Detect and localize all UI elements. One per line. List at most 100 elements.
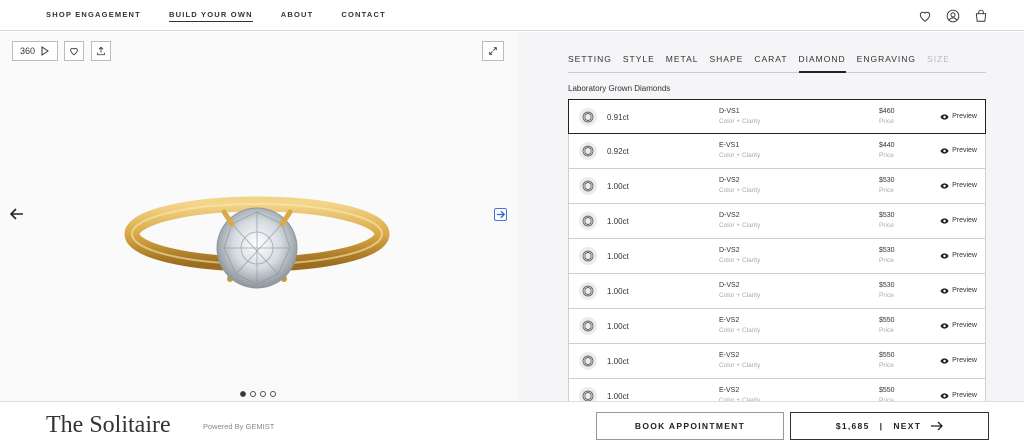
image-pagination: [240, 391, 276, 397]
expand-icon: [489, 47, 497, 55]
nav-link-build-your-own[interactable]: BUILD YOUR OWN: [168, 10, 253, 22]
preview-label: Preview: [952, 392, 977, 399]
diamond-carat: 1.00ct: [607, 322, 629, 331]
diamond-icon: [579, 142, 597, 160]
diamond-price: $550: [879, 387, 895, 394]
diamond-row[interactable]: 1.00ct D-VS2 Color + Clarity $530 Price Previ…: [568, 169, 986, 204]
arrow-right-icon: [931, 421, 944, 431]
diamond-carat: 1.00ct: [607, 287, 629, 296]
pagination-dot[interactable]: [260, 391, 266, 397]
diamond-icon: [579, 212, 597, 230]
nav-icons: [918, 9, 988, 23]
book-appointment-button[interactable]: BOOK APPOINTMENT: [596, 412, 784, 440]
price-sublabel: Price: [879, 118, 894, 125]
section-title: Laboratory Grown Diamonds: [568, 84, 671, 93]
next-label: NEXT: [893, 421, 922, 431]
preview-label: Preview: [952, 182, 977, 189]
diamond-grade: E-VS2: [719, 352, 740, 359]
eye-icon: [940, 252, 949, 259]
diamond-row[interactable]: 1.00ct D-VS2 Color + Clarity $530 Price Previ…: [568, 204, 986, 239]
tab-setting[interactable]: SETTING: [568, 54, 612, 73]
eye-icon: [940, 217, 949, 224]
diamond-grade: D-VS2: [719, 177, 740, 184]
diamond-carat: 1.00ct: [607, 217, 629, 226]
tab-diamond[interactable]: DIAMOND: [798, 54, 846, 73]
tab-shape[interactable]: SHAPE: [710, 54, 744, 73]
diamond-row[interactable]: 1.00ct E-VS2 Color + Clarity $550 Price Previ…: [568, 309, 986, 344]
account-icon[interactable]: [946, 9, 960, 23]
divider: |: [879, 421, 884, 431]
diamond-list: 0.91ct D-VS1 Color + Clarity $460 Price Previ…: [568, 99, 986, 401]
expand-button[interactable]: [482, 41, 504, 61]
price-sublabel: Price: [879, 292, 894, 299]
preview-button[interactable]: Preview: [940, 322, 977, 329]
diamond-row[interactable]: 1.00ct D-VS2 Color + Clarity $530 Price Previ…: [568, 274, 986, 309]
tab-metal[interactable]: METAL: [666, 54, 699, 73]
diamond-row[interactable]: 1.00ct E-VS2 Color + Clarity $550 Price Previ…: [568, 379, 986, 401]
next-button[interactable]: $1,685 | NEXT: [790, 412, 989, 440]
preview-button[interactable]: Preview: [940, 287, 977, 294]
preview-button[interactable]: Preview: [940, 147, 977, 154]
nav-link-contact[interactable]: CONTACT: [341, 10, 386, 22]
preview-label: Preview: [952, 217, 977, 224]
previous-image-arrow-icon[interactable]: [10, 208, 24, 220]
share-icon: [97, 46, 105, 56]
preview-label: Preview: [952, 113, 977, 120]
preview-button[interactable]: Preview: [940, 113, 977, 120]
preview-label: Preview: [952, 147, 977, 154]
diamond-icon: [579, 282, 597, 300]
diamond-grade: D-VS2: [719, 282, 740, 289]
pagination-dot[interactable]: [240, 391, 246, 397]
preview-label: Preview: [952, 287, 977, 294]
tab-size: SIZE: [927, 54, 950, 64]
next-image-arrow-icon[interactable]: [494, 208, 507, 221]
eye-icon: [940, 287, 949, 294]
builder-tabs: SETTING STYLE METAL SHAPE CARAT DIAMOND …: [568, 54, 986, 73]
preview-button[interactable]: Preview: [940, 217, 977, 224]
eye-icon: [940, 182, 949, 189]
diamond-price: $460: [879, 108, 895, 115]
bottom-bar: The Solitaire Powered By GEMIST BOOK APP…: [0, 401, 1024, 447]
diamond-row[interactable]: 1.00ct D-VS2 Color + Clarity $530 Price Previ…: [568, 239, 986, 274]
ring-image: [124, 196, 390, 289]
bag-icon[interactable]: [974, 9, 988, 23]
diamond-carat: 0.91ct: [607, 113, 629, 122]
grade-sublabel: Color + Clarity: [719, 327, 761, 334]
nav-link-shop-engagement[interactable]: SHOP ENGAGEMENT: [46, 10, 141, 22]
preview-button[interactable]: Preview: [940, 252, 977, 259]
heart-icon[interactable]: [918, 9, 932, 23]
diamond-row[interactable]: 0.91ct D-VS1 Color + Clarity $460 Price Previ…: [568, 99, 986, 134]
diamond-row[interactable]: 0.92ct E-VS1 Color + Clarity $440 Price Previ…: [568, 134, 986, 169]
builder-panel: SETTING STYLE METAL SHAPE CARAT DIAMOND …: [518, 32, 1024, 401]
360-label: 360: [19, 46, 36, 56]
preview-button[interactable]: Preview: [940, 392, 977, 399]
favorite-button[interactable]: [64, 41, 84, 61]
nav-link-about[interactable]: ABOUT: [281, 10, 314, 22]
diamond-row[interactable]: 1.00ct E-VS2 Color + Clarity $550 Price Previ…: [568, 344, 986, 379]
preview-button[interactable]: Preview: [940, 357, 977, 364]
heart-icon: [70, 47, 78, 56]
grade-sublabel: Color + Clarity: [719, 118, 761, 125]
diamond-icon: [579, 177, 597, 195]
grade-sublabel: Color + Clarity: [719, 222, 761, 229]
tab-style[interactable]: STYLE: [623, 54, 655, 73]
price-sublabel: Price: [879, 222, 894, 229]
price-sublabel: Price: [879, 152, 894, 159]
preview-button[interactable]: Preview: [940, 182, 977, 189]
product-name: The Solitaire: [46, 412, 171, 438]
price-sublabel: Price: [879, 257, 894, 264]
eye-icon: [940, 392, 949, 399]
nav-links: SHOP ENGAGEMENT BUILD YOUR OWN ABOUT CON…: [46, 10, 414, 22]
tab-engraving[interactable]: ENGRAVING: [857, 54, 916, 73]
eye-icon: [940, 357, 949, 364]
preview-label: Preview: [952, 357, 977, 364]
diamond-price: $530: [879, 247, 895, 254]
tab-carat[interactable]: CARAT: [754, 54, 787, 73]
share-button[interactable]: [91, 41, 111, 61]
pagination-dot[interactable]: [270, 391, 276, 397]
360-view-button[interactable]: 360: [12, 41, 58, 61]
pagination-dot[interactable]: [250, 391, 256, 397]
diamond-grade: D-VS2: [719, 212, 740, 219]
preview-label: Preview: [952, 322, 977, 329]
diamond-grade: E-VS2: [719, 317, 740, 324]
